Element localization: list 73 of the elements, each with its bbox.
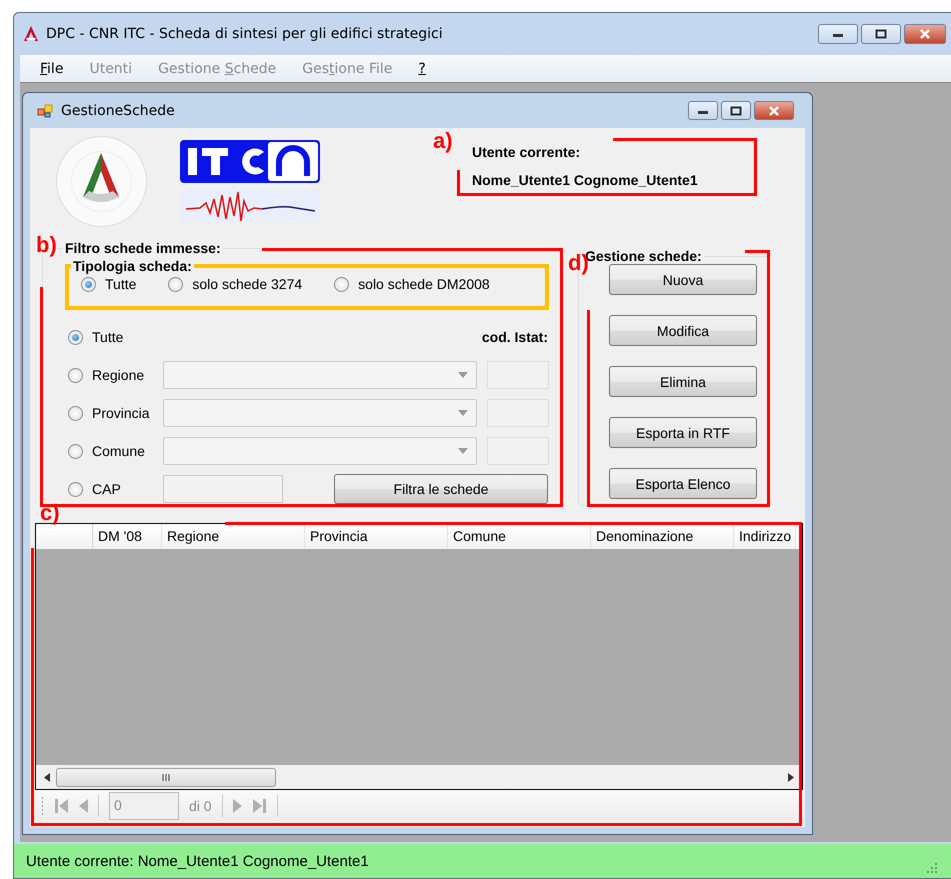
close-icon	[768, 106, 780, 116]
first-record-icon[interactable]	[54, 799, 68, 813]
menu-item[interactable]: ?	[418, 60, 426, 76]
dropdown-field[interactable]	[163, 399, 477, 427]
close-button[interactable]	[754, 101, 794, 120]
dropdown-arrow-icon	[458, 410, 468, 416]
window-title: DPC - CNR ITC - Scheda di sintesi per gli edifici strategici	[46, 26, 444, 42]
dropdown-field[interactable]	[163, 437, 477, 465]
column-header[interactable]: Regione	[162, 524, 305, 549]
radio-button[interactable]	[68, 368, 83, 382]
resize-grip-icon[interactable]	[926, 862, 938, 874]
action-button[interactable]: Nuova	[609, 264, 757, 295]
dropdown-arrow-icon	[458, 372, 468, 378]
radio-label: solo schede DM2008	[358, 276, 490, 292]
radio-button[interactable]	[81, 276, 96, 292]
row-header-corner	[36, 524, 93, 549]
maximize-icon	[875, 29, 887, 39]
close-icon	[919, 29, 931, 39]
action-button[interactable]: Esporta in RTF	[609, 417, 757, 448]
column-header[interactable]: Comune	[448, 524, 591, 549]
radio-label: Regione	[92, 367, 144, 383]
radio-label: Tutte	[105, 276, 136, 292]
radio-button[interactable]	[68, 444, 83, 458]
menu-item[interactable]: File	[40, 60, 64, 76]
radio-button[interactable]	[68, 406, 83, 420]
grip-icon	[41, 796, 44, 816]
previous-record-icon[interactable]	[78, 799, 88, 813]
annotation-label: a)	[433, 128, 453, 154]
scroll-left-icon[interactable]	[44, 772, 50, 782]
child-window-title: GestioneSchede	[61, 102, 176, 118]
current-user-label: Utente corrente:	[472, 144, 582, 160]
radio-button[interactable]	[168, 276, 184, 292]
action-button[interactable]: Esporta Elenco	[609, 468, 757, 499]
scroll-right-icon[interactable]	[788, 772, 794, 782]
record-count: di 0	[189, 798, 212, 814]
maximize-button[interactable]	[721, 101, 751, 120]
radio-button[interactable]	[68, 482, 83, 496]
radio-button[interactable]	[68, 330, 83, 344]
scrollbar-thumb[interactable]	[56, 768, 276, 786]
status-text: Utente corrente: Nome_Utente1 Cognome_Utente1	[26, 852, 369, 870]
grip-icon	[162, 774, 170, 780]
filter-group-title: Filtro schede immesse:	[64, 240, 222, 256]
column-header[interactable]: DM '08	[93, 524, 162, 549]
minimize-button[interactable]	[818, 24, 858, 44]
maximize-icon	[730, 106, 742, 116]
close-button[interactable]	[904, 24, 946, 44]
filter-button[interactable]: Filtra le schede	[334, 474, 548, 504]
column-header[interactable]: Indirizzo	[734, 524, 796, 549]
minimize-button[interactable]	[688, 101, 718, 120]
column-header[interactable]: Provincia	[305, 524, 448, 549]
dropdown-arrow-icon	[458, 448, 468, 454]
istat-code-label: cod. Istat:	[482, 329, 548, 345]
next-record-icon[interactable]	[232, 799, 243, 813]
horizontal-scrollbar[interactable]	[36, 765, 802, 789]
maximize-button[interactable]	[861, 24, 901, 44]
type-group-title: Tipologia scheda:	[72, 258, 193, 274]
current-user-name: Nome_Utente1 Cognome_Utente1	[472, 172, 698, 188]
radio-label: Provincia	[92, 405, 150, 421]
dropdown-field[interactable]	[163, 361, 477, 389]
last-record-icon[interactable]	[252, 799, 267, 813]
minimize-icon	[832, 31, 844, 37]
cap-input-field[interactable]	[163, 475, 283, 503]
radio-label: CAP	[92, 481, 121, 497]
action-button[interactable]: Modifica	[609, 315, 757, 346]
app-logo-icon	[22, 25, 40, 43]
radio-button[interactable]	[334, 276, 350, 292]
column-header[interactable]: Denominazione	[591, 524, 734, 549]
radio-label: Tutte	[92, 329, 124, 345]
action-button[interactable]: Elimina	[609, 366, 757, 397]
form-icon	[37, 104, 53, 118]
radio-label: solo schede 3274	[192, 276, 302, 292]
radio-label: Comune	[92, 443, 145, 459]
annotation-label: b)	[36, 232, 57, 258]
